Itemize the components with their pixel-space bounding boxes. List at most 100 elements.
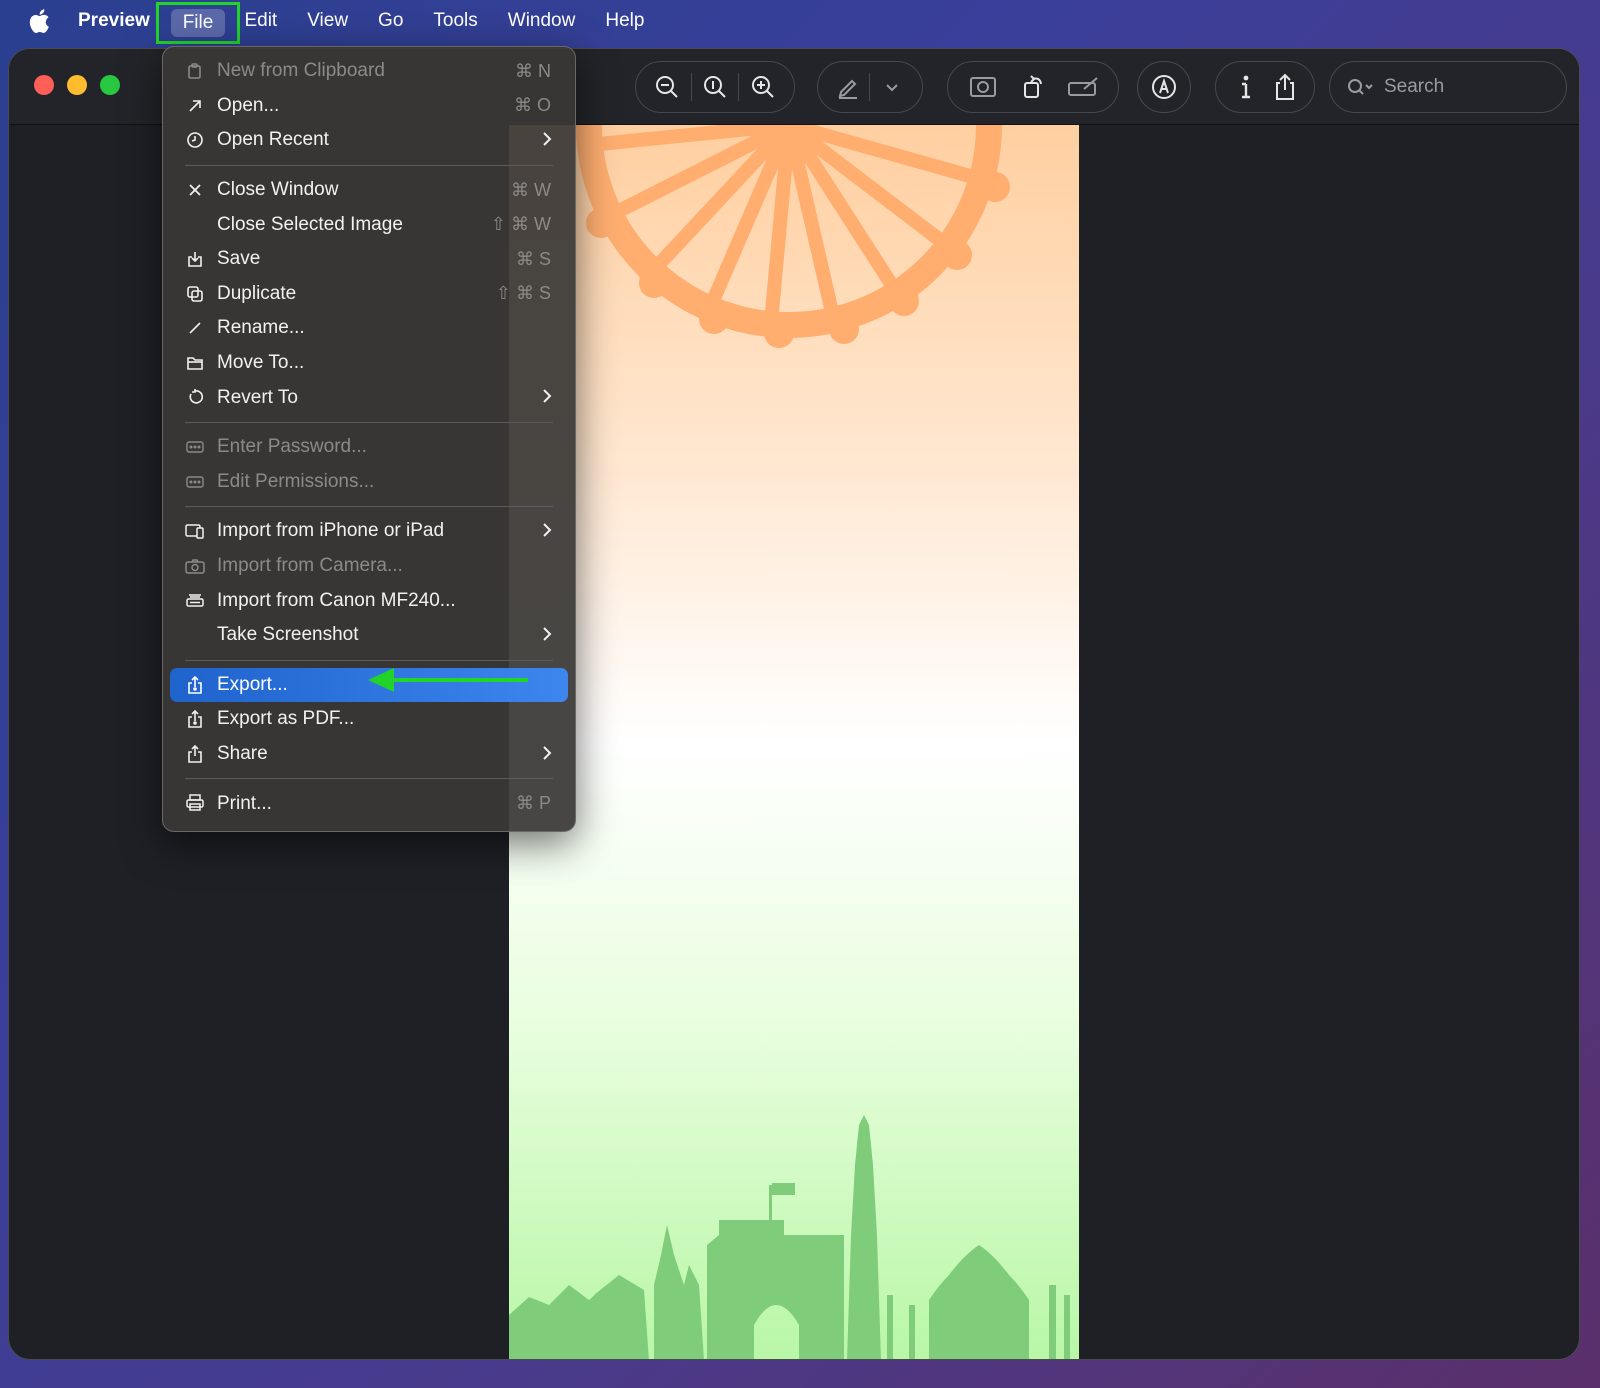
menu-item-label: Export as PDF... — [217, 708, 355, 730]
markup-toolbar-toggle — [1137, 61, 1191, 113]
menu-item-label: New from Clipboard — [217, 60, 385, 82]
menu-item-edit-permissions[interactable]: Edit Permissions... — [163, 465, 575, 500]
menu-item-shortcut: ⌘ P — [515, 793, 551, 814]
menu-separator — [185, 421, 553, 423]
menu-separator — [185, 659, 553, 661]
menu-item-import-from-iphone[interactable]: Import from iPhone or iPad — [163, 514, 575, 549]
menu-item-label: Revert To — [217, 386, 298, 408]
menu-item-shortcut: ⌘ S — [515, 248, 551, 269]
apple-icon[interactable] — [26, 8, 52, 34]
close-window-button[interactable] — [34, 75, 54, 95]
info-share-controls — [1215, 61, 1315, 113]
document-image[interactable] — [509, 125, 1079, 1359]
menu-item-label: Save — [217, 248, 261, 270]
menu-item-label: Move To... — [217, 352, 305, 374]
toolbar-separator — [869, 73, 871, 101]
zoom-window-button[interactable] — [100, 75, 120, 95]
save-icon — [185, 249, 205, 269]
annotation-arrow-icon — [368, 668, 528, 692]
menu-item-label: Close Selected Image — [217, 213, 403, 235]
revert-icon — [185, 387, 205, 407]
menu-item-label: Open Recent — [217, 129, 329, 151]
toolbar-separator — [738, 73, 740, 101]
menu-item-open[interactable]: Open... ⌘ O — [163, 89, 575, 124]
menu-item-close-window[interactable]: Close Window ⌘ W — [163, 173, 575, 208]
export-icon — [185, 709, 205, 729]
menu-item-import-from-camera[interactable]: Import from Camera... — [163, 549, 575, 584]
menu-item-shortcut: ⇧ ⌘ S — [495, 283, 551, 304]
menu-tools[interactable]: Tools — [433, 10, 477, 32]
menu-separator — [185, 164, 553, 166]
highlight-pen-icon[interactable] — [829, 68, 867, 106]
menu-item-shortcut: ⌘ N — [515, 60, 551, 81]
menu-view[interactable]: View — [307, 10, 348, 32]
share-icon[interactable] — [1266, 68, 1304, 106]
menu-item-label: Open... — [217, 94, 280, 116]
menu-item-close-selected-image[interactable]: Close Selected Image ⇧ ⌘ W — [163, 207, 575, 242]
menu-item-label: Rename... — [217, 317, 305, 339]
menu-item-label: Take Screenshot — [217, 624, 359, 646]
info-icon[interactable] — [1227, 68, 1265, 106]
menu-item-shortcut: ⌘ O — [513, 95, 551, 116]
menu-item-shortcut: ⇧ ⌘ W — [490, 214, 551, 235]
menu-item-share[interactable]: Share — [163, 737, 575, 772]
password-icon — [185, 437, 205, 457]
actual-size-icon[interactable] — [696, 68, 734, 106]
menu-item-duplicate[interactable]: Duplicate ⇧ ⌘ S — [163, 277, 575, 312]
minimize-window-button[interactable] — [67, 75, 87, 95]
menu-window[interactable]: Window — [508, 10, 576, 32]
menu-item-take-screenshot[interactable]: Take Screenshot — [163, 618, 575, 653]
export-icon — [185, 675, 205, 695]
close-icon — [185, 180, 205, 200]
toolbar-separator — [690, 73, 692, 101]
menu-item-rename[interactable]: Rename... — [163, 311, 575, 346]
file-menu: New from Clipboard ⌘ N Open... ⌘ O Open … — [162, 46, 576, 832]
menu-item-label: Close Window — [217, 179, 339, 201]
menu-item-label: Duplicate — [217, 282, 297, 304]
password-icon — [185, 472, 205, 492]
menu-help[interactable]: Help — [605, 10, 644, 32]
chevron-right-icon — [541, 745, 553, 767]
folder-icon — [185, 353, 205, 373]
delhi-skyline-graphic — [509, 1115, 1070, 1359]
menu-item-revert-to[interactable]: Revert To — [163, 380, 575, 415]
chevron-down-icon[interactable] — [873, 68, 911, 106]
markup-pen-icon[interactable] — [1145, 68, 1183, 106]
chevron-right-icon — [541, 522, 553, 544]
adjust-color-icon[interactable] — [964, 68, 1002, 106]
menu-edit[interactable]: Edit — [244, 10, 277, 32]
menu-bar: Preview File Edit View Go Tools Window H… — [0, 0, 1600, 44]
signature-icon[interactable] — [1064, 68, 1102, 106]
menu-app-name[interactable]: Preview — [78, 10, 150, 32]
search-field[interactable]: Search — [1329, 61, 1567, 113]
menu-separator — [185, 778, 553, 780]
menu-item-label: Edit Permissions... — [217, 470, 375, 492]
menu-item-open-recent[interactable]: Open Recent — [163, 123, 575, 158]
clock-icon — [185, 130, 205, 150]
menu-item-move-to[interactable]: Move To... — [163, 346, 575, 381]
menu-item-label: Import from Camera... — [217, 555, 403, 577]
menu-separator — [185, 506, 553, 508]
menu-item-new-from-clipboard[interactable]: New from Clipboard ⌘ N — [163, 54, 575, 89]
menu-file[interactable]: File — [156, 2, 240, 44]
zoom-in-icon[interactable] — [744, 68, 782, 106]
menu-item-shortcut: ⌘ W — [511, 179, 551, 200]
menu-item-import-from-canon[interactable]: Import from Canon MF240... — [163, 583, 575, 618]
chevron-right-icon — [541, 131, 553, 153]
zoom-controls — [635, 61, 795, 113]
menu-go[interactable]: Go — [378, 10, 403, 32]
search-placeholder: Search — [1384, 76, 1445, 97]
menu-item-print[interactable]: Print... ⌘ P — [163, 786, 575, 821]
menu-item-label: Import from Canon MF240... — [217, 589, 456, 611]
menu-item-enter-password[interactable]: Enter Password... — [163, 430, 575, 465]
menu-item-label: Print... — [217, 792, 272, 814]
printer-icon — [185, 793, 205, 813]
chevron-right-icon — [541, 388, 553, 410]
menu-item-export-as-pdf[interactable]: Export as PDF... — [163, 702, 575, 737]
search-icon — [1346, 76, 1374, 98]
zoom-out-icon[interactable] — [648, 68, 686, 106]
rotate-icon[interactable] — [1014, 68, 1052, 106]
open-arrow-icon — [185, 96, 205, 116]
menu-item-label: Import from iPhone or iPad — [217, 520, 445, 542]
menu-item-save[interactable]: Save ⌘ S — [163, 242, 575, 277]
